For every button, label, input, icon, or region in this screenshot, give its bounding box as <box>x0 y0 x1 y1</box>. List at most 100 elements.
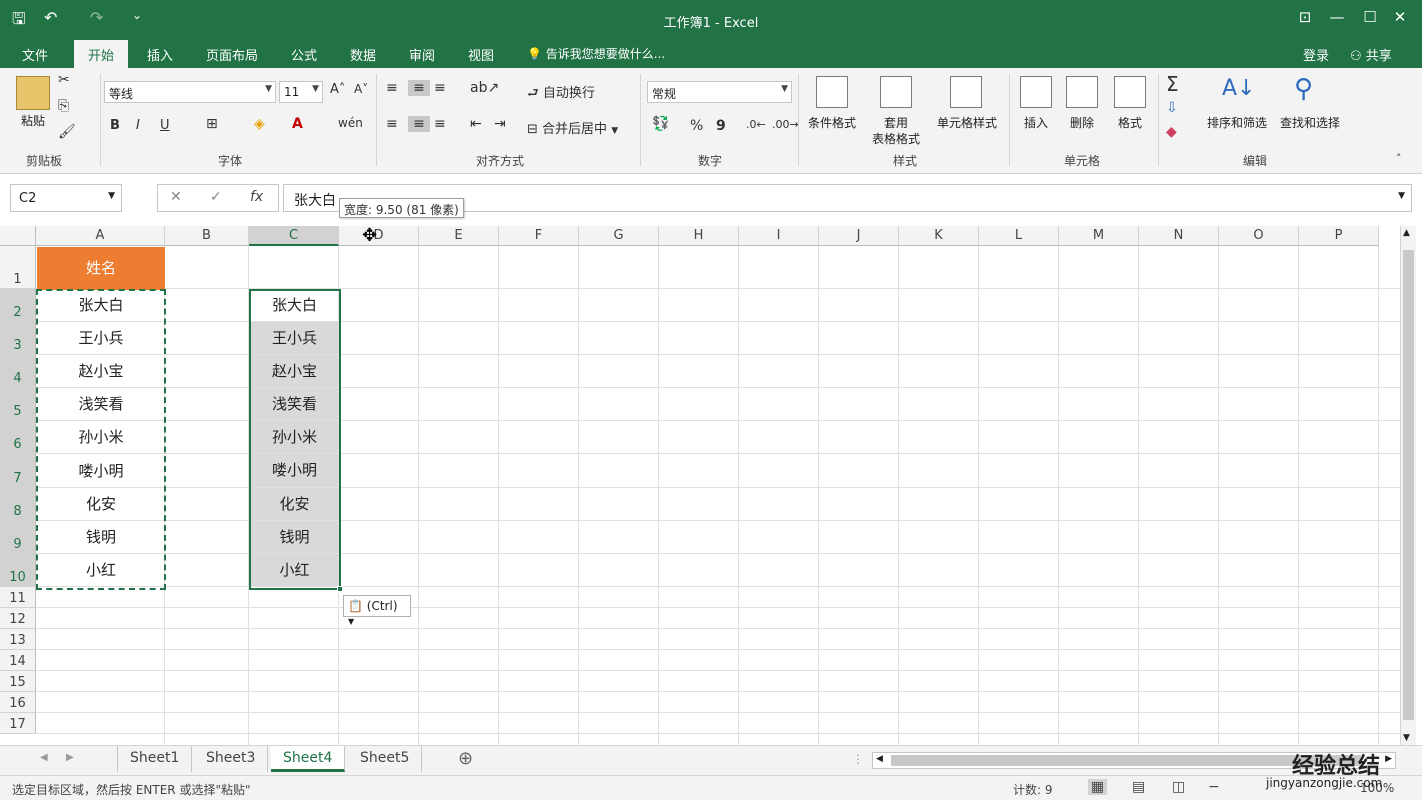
scroll-sheets-left-icon[interactable]: ◀ <box>40 752 48 763</box>
comma-style-button[interactable]: 9 <box>716 118 726 134</box>
row-header-7[interactable]: 7 <box>0 454 36 488</box>
row-header-1[interactable]: 1 <box>0 246 36 289</box>
increase-decimal-icon[interactable]: .0← <box>746 118 766 131</box>
clear-icon[interactable]: ◆ <box>1166 124 1177 140</box>
column-header-e[interactable]: E <box>419 226 499 246</box>
align-left-icon[interactable]: ≡ <box>386 116 398 132</box>
column-header-k[interactable]: K <box>899 226 979 246</box>
tab-insert[interactable]: 插入 <box>147 45 173 64</box>
page-break-view-icon[interactable]: ◫ <box>1172 779 1185 795</box>
insert-function-icon[interactable]: fx <box>250 189 263 205</box>
column-header-f[interactable]: F <box>499 226 579 246</box>
cancel-icon[interactable]: ✕ <box>170 189 182 205</box>
row-header-4[interactable]: 4 <box>0 355 36 388</box>
increase-indent-icon[interactable]: ⇥ <box>494 116 506 132</box>
delete-cells-button[interactable]: 删除 <box>1062 114 1102 131</box>
column-header-b[interactable]: B <box>165 226 249 246</box>
scroll-sheets-right-icon[interactable]: ▶ <box>66 752 74 763</box>
autosum-icon[interactable]: Σ <box>1166 72 1179 96</box>
insert-cells-button[interactable]: 插入 <box>1016 114 1056 131</box>
font-color-icon[interactable]: A <box>292 116 303 132</box>
scroll-right-icon[interactable]: ▶ <box>1385 754 1392 764</box>
fill-color-icon[interactable]: ◈ <box>254 116 265 132</box>
merge-center-button[interactable]: ⊟ 合并后居中 ▼ <box>527 118 618 137</box>
ribbon-display-options-icon[interactable]: ⊡ <box>1290 8 1320 26</box>
column-header-m[interactable]: M <box>1059 226 1139 246</box>
row-header-11[interactable]: 11 <box>0 587 36 608</box>
row-header-6[interactable]: 6 <box>0 421 36 454</box>
sheet-tab-sheet5[interactable]: Sheet5 <box>348 746 423 772</box>
align-top-icon[interactable]: ≡ <box>386 80 398 96</box>
paste-icon[interactable] <box>16 76 50 110</box>
format-as-table-line2[interactable]: 表格格式 <box>862 130 930 147</box>
sheet-tab-sheet4[interactable]: Sheet4 <box>271 746 346 772</box>
row-header-5[interactable]: 5 <box>0 388 36 421</box>
worksheet-grid[interactable]: ABCDEFGHIJKLMNOP 1 2 3 4 5 6 7 8 9 10 11 12 13 14 15 16… <box>0 225 1422 745</box>
column-header-c[interactable]: C <box>249 226 339 246</box>
signin-link[interactable]: 登录 <box>1303 45 1329 64</box>
row-header-15[interactable]: 15 <box>0 671 36 692</box>
row-header-13[interactable]: 13 <box>0 629 36 650</box>
phonetic-guide-icon[interactable]: wén <box>338 116 363 130</box>
row-header-12[interactable]: 12 <box>0 608 36 629</box>
maximize-button[interactable]: ☐ <box>1355 8 1385 26</box>
column-header-a[interactable]: A <box>36 226 165 246</box>
enter-icon[interactable]: ✓ <box>210 189 222 205</box>
italic-button[interactable]: I <box>136 118 140 133</box>
align-right-icon[interactable]: ≡ <box>434 116 446 132</box>
underline-button[interactable]: U <box>160 118 170 133</box>
column-header-g[interactable]: G <box>579 226 659 246</box>
close-button[interactable]: ✕ <box>1385 8 1415 26</box>
collapse-ribbon-icon[interactable]: ˄ <box>1396 152 1402 165</box>
tab-data[interactable]: 数据 <box>350 45 376 64</box>
split-handle-icon[interactable]: ⋮ <box>852 752 864 766</box>
row-header-14[interactable]: 14 <box>0 650 36 671</box>
row-header-2[interactable]: 2 <box>0 289 36 322</box>
conditional-formatting-button[interactable]: 条件格式 <box>804 114 860 131</box>
wrap-text-button[interactable]: ⮐ 自动换行 <box>527 82 595 106</box>
decrease-decimal-icon[interactable]: .00→ <box>772 118 799 131</box>
row-header-8[interactable]: 8 <box>0 488 36 521</box>
tab-home[interactable]: 开始 <box>74 40 129 68</box>
sheet-tab-sheet1[interactable]: Sheet1 <box>117 746 193 772</box>
percent-button[interactable]: % <box>690 118 703 134</box>
cell-styles-button[interactable]: 单元格样式 <box>932 114 1002 131</box>
page-layout-view-icon[interactable]: ▤ <box>1132 779 1145 795</box>
column-header-h[interactable]: H <box>659 226 739 246</box>
border-icon[interactable]: ⊞ <box>206 116 218 132</box>
column-header-i[interactable]: I <box>739 226 819 246</box>
scroll-up-icon[interactable]: ▲ <box>1403 228 1410 238</box>
select-all-corner[interactable] <box>0 226 36 246</box>
tab-review[interactable]: 审阅 <box>409 45 435 64</box>
minimize-button[interactable]: — <box>1322 8 1352 26</box>
accounting-format-icon[interactable]: 💱 <box>652 116 669 132</box>
copy-icon[interactable]: ⎘ <box>58 98 69 114</box>
tab-page-layout[interactable]: 页面布局 <box>206 45 258 64</box>
sort-filter-button[interactable]: 排序和筛选 <box>1202 114 1272 131</box>
row-header-16[interactable]: 16 <box>0 692 36 713</box>
find-select-button[interactable]: 查找和选择 <box>1274 114 1346 131</box>
column-header-n[interactable]: N <box>1139 226 1219 246</box>
align-middle-icon[interactable]: ≡ <box>408 80 430 96</box>
bold-button[interactable]: B <box>110 118 120 133</box>
column-header-o[interactable]: O <box>1219 226 1299 246</box>
row-header-3[interactable]: 3 <box>0 322 36 355</box>
tab-formulas[interactable]: 公式 <box>291 45 317 64</box>
tell-me-search[interactable]: 💡 告诉我您想要做什么... <box>527 45 665 62</box>
cut-icon[interactable]: ✂ <box>58 72 70 88</box>
scroll-thumb[interactable] <box>1403 250 1414 720</box>
format-cells-button[interactable]: 格式 <box>1110 114 1150 131</box>
paste-button[interactable]: 粘贴 <box>16 112 50 129</box>
column-header-l[interactable]: L <box>979 226 1059 246</box>
expand-formula-icon[interactable]: ▼ <box>1398 191 1405 201</box>
orientation-icon[interactable]: ab↗ <box>470 80 499 96</box>
tab-file[interactable]: 文件 <box>22 45 48 64</box>
fill-icon[interactable]: ⇩ <box>1166 100 1178 116</box>
font-size-select[interactable]: 11 ▼ <box>279 81 323 103</box>
column-header-j[interactable]: J <box>819 226 899 246</box>
font-name-select[interactable]: 等线 ▼ <box>104 81 276 103</box>
cell-a1[interactable]: 姓名 <box>37 247 165 290</box>
paste-options-button[interactable]: 📋 (Ctrl) ▼ <box>343 595 411 626</box>
tab-view[interactable]: 视图 <box>468 45 494 64</box>
decrease-font-size-icon[interactable]: A˅ <box>354 82 368 96</box>
